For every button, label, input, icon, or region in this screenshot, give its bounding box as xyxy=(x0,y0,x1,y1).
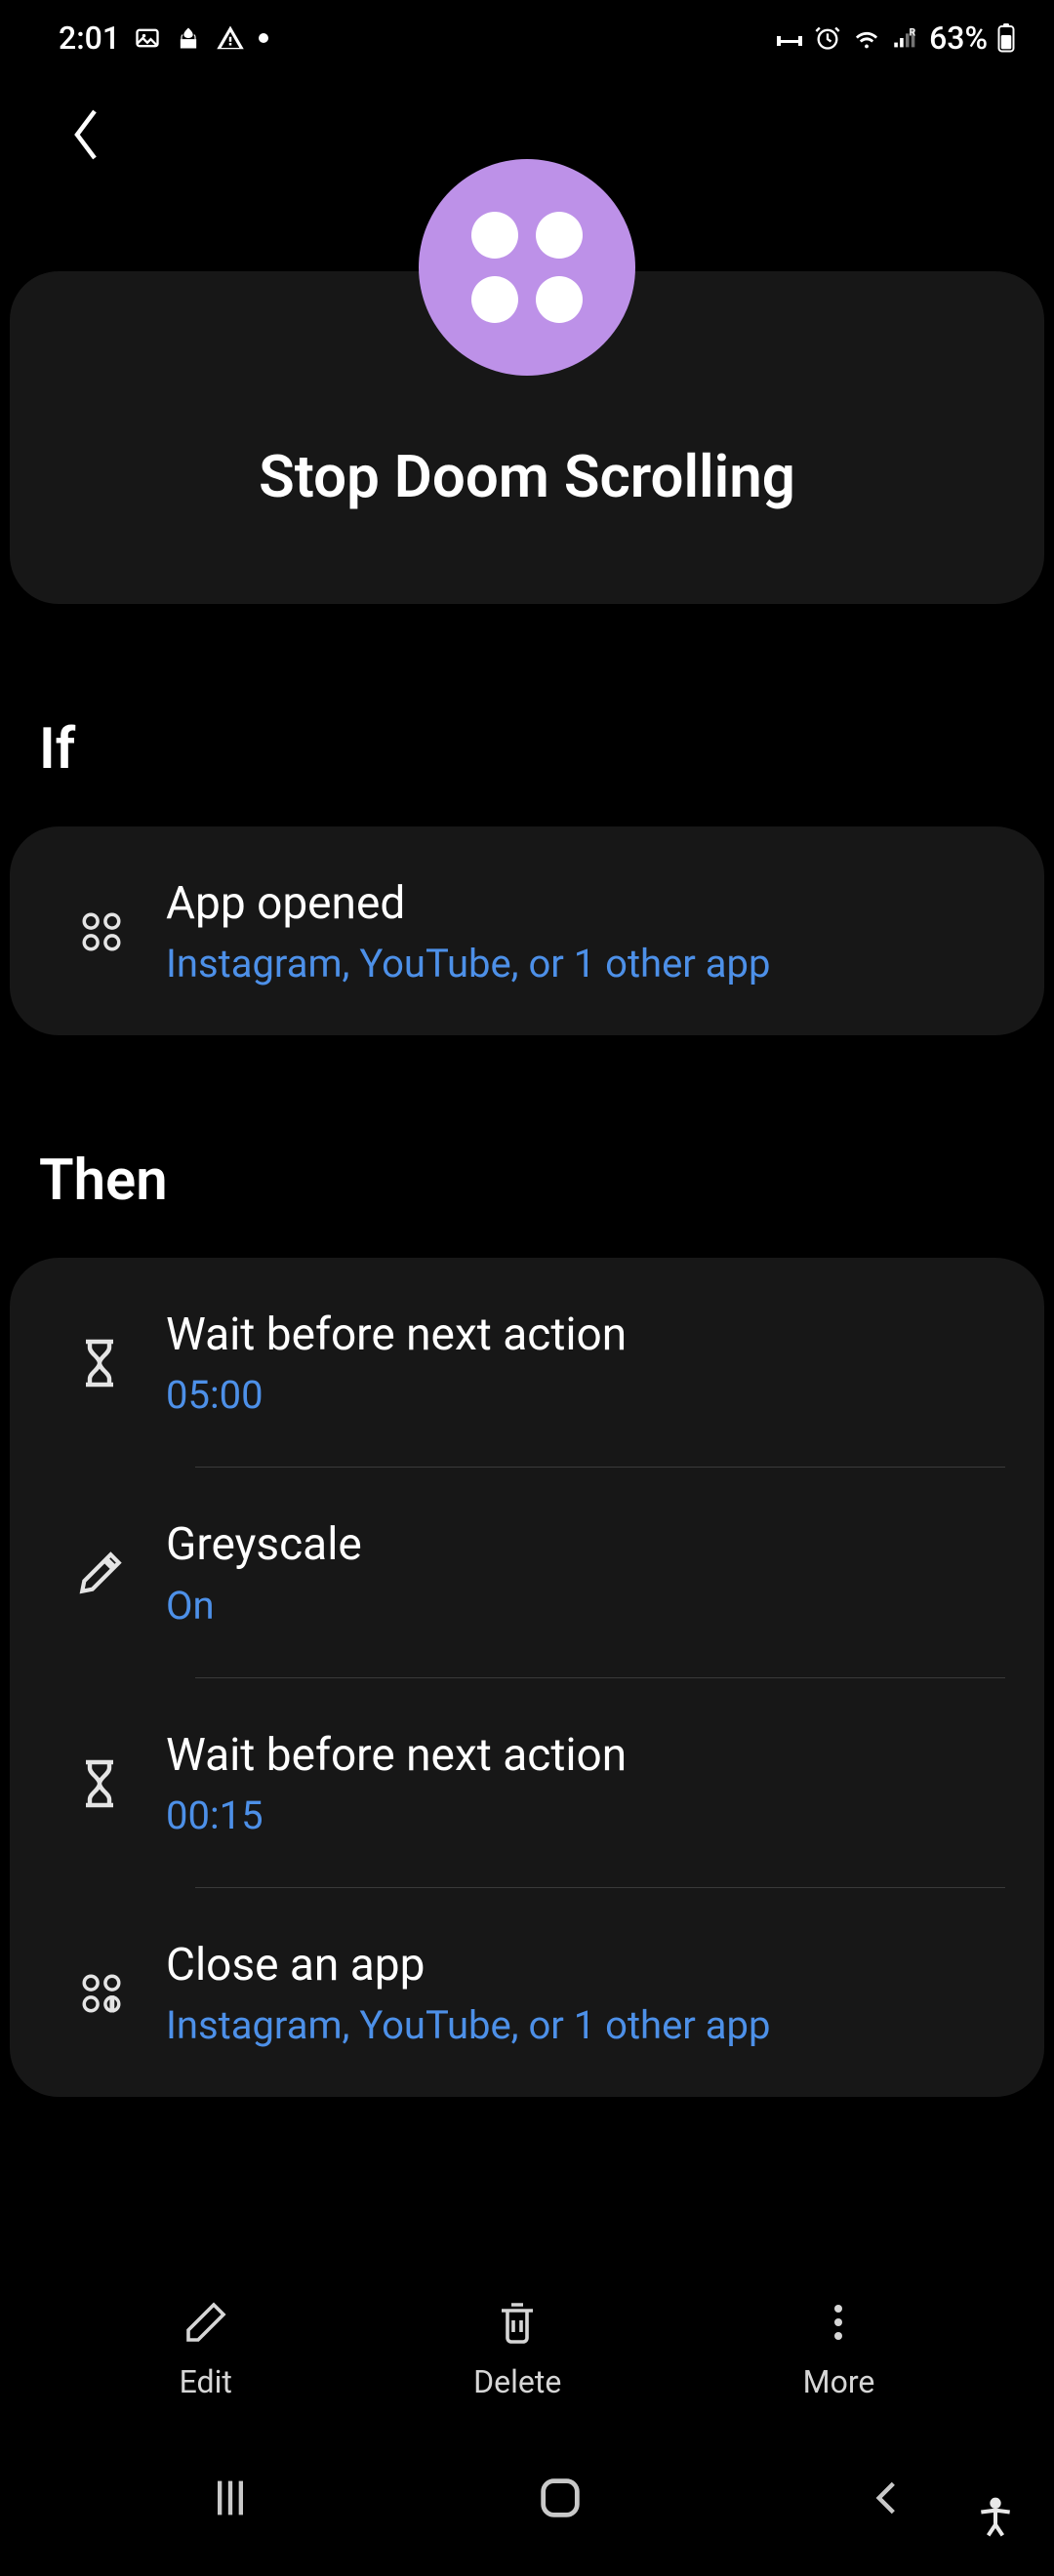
back-button[interactable] xyxy=(68,105,107,164)
hourglass-icon xyxy=(59,1756,166,1811)
picture-icon xyxy=(134,24,161,52)
then-row-subtitle: On xyxy=(166,1583,1005,1629)
trash-icon xyxy=(494,2299,541,2350)
then-row-title: Close an app xyxy=(166,1939,1005,1992)
edit-button[interactable]: Edit xyxy=(180,2299,232,2400)
delete-label: Delete xyxy=(473,2363,561,2400)
eyedropper-icon xyxy=(59,1549,166,1597)
edit-label: Edit xyxy=(180,2363,232,2400)
nav-back-button[interactable] xyxy=(865,2473,908,2523)
system-nav-bar xyxy=(0,2439,1054,2576)
more-label: More xyxy=(803,2363,875,2400)
if-row-title: App opened xyxy=(166,877,1005,931)
then-row-wait-2[interactable]: Wait before next action 00:15 xyxy=(10,1678,1044,1887)
if-card: App opened Instagram, YouTube, or 1 othe… xyxy=(10,826,1044,1035)
apps-grid-icon xyxy=(59,906,166,957)
more-vertical-icon xyxy=(815,2299,862,2350)
routine-header-card: Stop Doom Scrolling xyxy=(10,271,1044,604)
status-left: 2:01 xyxy=(59,20,268,57)
then-section-label: Then xyxy=(0,1035,1054,1258)
then-row-greyscale[interactable]: Greyscale On xyxy=(10,1468,1044,1676)
bottom-action-bar: Edit Delete More xyxy=(0,2299,1054,2400)
battery-icon xyxy=(997,23,1015,53)
signal-icon: R xyxy=(892,26,919,50)
battery-percent: 63% xyxy=(929,20,988,57)
then-row-close-app[interactable]: Close an app Instagram, YouTube, or 1 ot… xyxy=(10,1888,1044,2097)
then-row-title: Wait before next action xyxy=(166,1308,1005,1362)
wifi-icon xyxy=(851,25,882,51)
alarm-icon xyxy=(814,24,841,52)
home-button[interactable] xyxy=(535,2473,586,2523)
status-bar: 2:01 R 63% xyxy=(0,0,1054,66)
status-time: 2:01 xyxy=(59,20,120,57)
hourglass-icon xyxy=(59,1336,166,1390)
if-section-label: If xyxy=(0,604,1054,826)
then-row-title: Wait before next action xyxy=(166,1729,1005,1783)
more-button[interactable]: More xyxy=(803,2299,875,2400)
then-card: Wait before next action 05:00 Greyscale … xyxy=(10,1258,1044,2097)
status-right: R 63% xyxy=(775,20,1015,57)
routine-icon xyxy=(419,159,635,376)
then-row-title: Greyscale xyxy=(166,1518,1005,1572)
pencil-icon xyxy=(182,2299,229,2350)
then-row-subtitle: 05:00 xyxy=(166,1372,1005,1418)
routine-title: Stop Doom Scrolling xyxy=(29,442,1025,511)
then-row-subtitle: 00:15 xyxy=(166,1792,1005,1838)
close-app-icon xyxy=(59,1968,166,2019)
svg-text:R: R xyxy=(910,26,916,39)
accessibility-button[interactable] xyxy=(974,2496,1017,2543)
mosque-icon xyxy=(175,24,202,52)
dnd-icon xyxy=(775,26,804,50)
recents-button[interactable] xyxy=(205,2473,256,2523)
then-row-subtitle: Instagram, YouTube, or 1 other app xyxy=(166,2002,1005,2048)
dot-icon xyxy=(259,33,268,43)
warning-icon xyxy=(216,23,245,53)
then-row-wait-1[interactable]: Wait before next action 05:00 xyxy=(10,1258,1044,1467)
delete-button[interactable]: Delete xyxy=(473,2299,561,2400)
if-row-app-opened[interactable]: App opened Instagram, YouTube, or 1 othe… xyxy=(10,826,1044,1035)
if-row-subtitle: Instagram, YouTube, or 1 other app xyxy=(166,941,1005,986)
